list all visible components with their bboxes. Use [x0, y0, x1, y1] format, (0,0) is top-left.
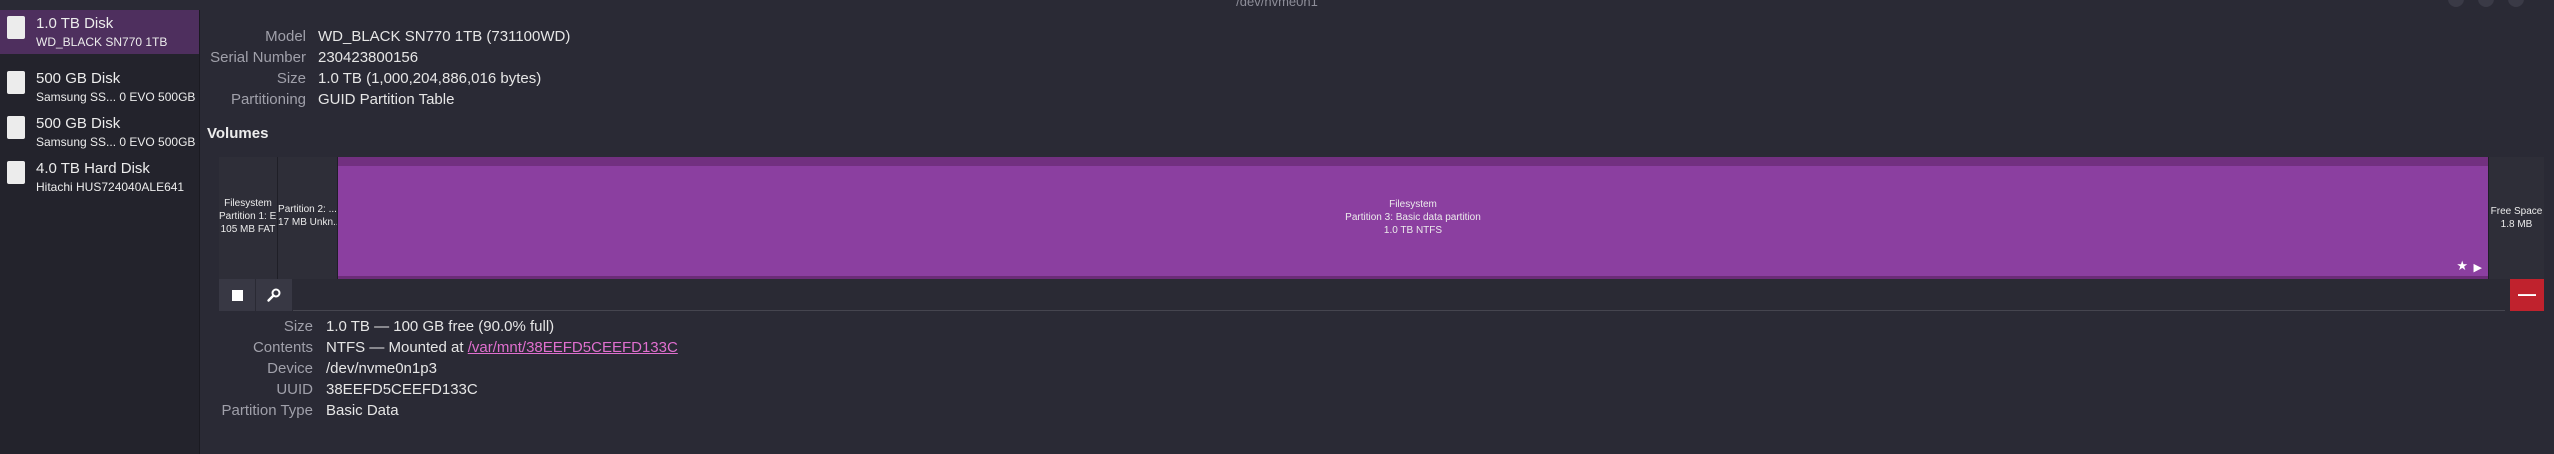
disk-model: Samsung SS... 0 EVO 500GB [36, 135, 196, 149]
star-icon: ★ [2456, 258, 2468, 273]
contents-prefix: NTFS — Mounted at [326, 339, 464, 356]
title-bar: /dev/nvme0n1 [0, 0, 2554, 10]
partition-size-label: Size [283, 318, 313, 335]
volume-segment-free-space[interactable]: Free Space 1.8 MB [2488, 157, 2544, 279]
partition-type-value: Basic Data [326, 402, 399, 419]
segment-line: Partition 3: Basic data partition [1345, 212, 1481, 223]
window-title: /dev/nvme0n1 [1236, 0, 1318, 9]
segment-line: Filesystem [224, 198, 272, 209]
uuid-value: 38EEFD5CEEFD133C [326, 381, 478, 398]
delete-partition-button[interactable]: — [2510, 279, 2544, 311]
volume-map: Filesystem Partition 1: E... 105 MB FAT … [219, 157, 2544, 279]
partitioning-value: GUID Partition Table [318, 91, 455, 108]
serial-value: 230423800156 [318, 49, 419, 66]
play-icon: ▶ [2473, 262, 2482, 274]
disk-model: WD_BLACK SN770 1TB [36, 35, 168, 49]
drive-size-value: 1.0 TB (1,000,204,886,016 bytes) [318, 70, 542, 87]
sidebar-disk-item[interactable]: 4.0 TB Hard Disk Hitachi HUS724040ALE641 [0, 155, 199, 199]
volumes-heading: Volumes [207, 125, 269, 142]
disk-icon [7, 71, 25, 94]
serial-label: Serial Number [210, 49, 306, 66]
segment-line: 1.8 MB [2500, 219, 2533, 230]
contents-label: Contents [252, 339, 313, 356]
segment-line: Filesystem [1389, 199, 1437, 210]
device-label: Device [267, 360, 313, 377]
disk-name: 1.0 TB Disk [36, 15, 114, 32]
volume-segment-partition-3[interactable]: Filesystem Partition 3: Basic data parti… [338, 157, 2488, 279]
segment-line: 1.0 TB NTFS [1383, 225, 1443, 236]
toolbar-spacer [293, 279, 2505, 311]
partition-size-value: 1.0 TB — 100 GB free (90.0% full) [326, 318, 555, 335]
drive-size-label: Size [276, 70, 306, 87]
partition-type-label: Partition Type [221, 402, 313, 419]
device-value: /dev/nvme0n1p3 [326, 360, 437, 377]
volume-segment-partition-1[interactable]: Filesystem Partition 1: E... 105 MB FAT [219, 157, 278, 279]
stop-icon [231, 289, 243, 301]
disk-model: Samsung SS... 0 EVO 500GB [36, 90, 196, 104]
segment-line: Partition 2: ... [278, 204, 337, 215]
settings-icon [267, 288, 281, 302]
sidebar-disk-item[interactable]: 500 GB Disk Samsung SS... 0 EVO 500GB [0, 110, 199, 154]
segment-line: Partition 1: E... [219, 211, 277, 222]
volume-segment-partition-2[interactable]: Partition 2: ... 17 MB Unkn... [278, 157, 338, 279]
disk-icon [7, 16, 25, 39]
mount-path-link[interactable]: /var/mnt/38EEFD5CEEFD133C [468, 339, 678, 356]
disk-icon [7, 161, 25, 184]
partition-settings-button[interactable] [256, 279, 292, 311]
segment-line: 17 MB Unkn... [278, 217, 337, 228]
disk-model: Hitachi HUS724040ALE641 [36, 180, 185, 194]
disk-name: 500 GB Disk [36, 70, 121, 87]
model-value: WD_BLACK SN770 1TB (731100WD) [318, 28, 571, 45]
sidebar-disk-item[interactable]: 500 GB Disk Samsung SS... 0 EVO 500GB [0, 65, 199, 109]
segment-line: Free Space [2490, 206, 2543, 217]
disk-sidebar: 1.0 TB Disk WD_BLACK SN770 1TB 500 GB Di… [0, 10, 200, 454]
sidebar-disk-item[interactable]: 1.0 TB Disk WD_BLACK SN770 1TB [0, 10, 199, 54]
model-label: Model [265, 28, 306, 45]
volume-toolbar: — [219, 279, 2544, 311]
disk-name: 500 GB Disk [36, 115, 121, 132]
segment-line: 105 MB FAT [220, 224, 276, 235]
disk-name: 4.0 TB Hard Disk [36, 160, 150, 177]
uuid-label: UUID [276, 381, 313, 398]
partitioning-label: Partitioning [230, 91, 306, 108]
contents-value: NTFS — Mounted at /var/mnt/38EEFD5CEEFD1… [326, 339, 678, 356]
disk-icon [7, 116, 25, 139]
unmount-button[interactable] [219, 279, 255, 311]
